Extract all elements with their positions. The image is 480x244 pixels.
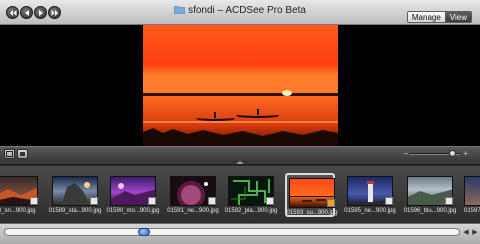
zoom-out-icon[interactable]: –: [404, 149, 408, 158]
forward-icon[interactable]: [34, 6, 47, 19]
slideshow-icon[interactable]: [4, 149, 15, 159]
filmstrip-item[interactable]: 01592_pla...900.jpg: [225, 173, 277, 217]
view-mode-button[interactable]: View: [445, 12, 471, 22]
thumbnail-caption: 01590_mo...900.jpg: [106, 208, 160, 214]
thumbnail-caption: 01596_blu...900.jpg: [403, 208, 457, 214]
mode-switcher: Manage View: [406, 11, 472, 23]
checkbox[interactable]: [385, 197, 393, 205]
scroll-right-icon[interactable]: ▶: [471, 228, 479, 237]
checkbox-checked[interactable]: [327, 199, 335, 207]
filmstrip-item-selected[interactable]: 01593_su...900.jpg: [285, 173, 338, 217]
filmstrip-scrollbar: ◀ ▶: [0, 223, 480, 244]
thumbnail-caption: 01591_ne...900.jpg: [167, 208, 219, 214]
scroll-thumb[interactable]: [137, 228, 150, 236]
filmstrip-item[interactable]: 01591_ne...900.jpg: [167, 173, 219, 217]
filmstrip-item[interactable]: 68_sn...900.jpg: [0, 173, 40, 217]
fit-screen-icon[interactable]: [17, 149, 28, 159]
filmstrip-item[interactable]: 01596_blu...900.jpg: [404, 173, 456, 217]
thumbnail-caption: 68_sn...900.jpg: [0, 208, 36, 214]
thumbnail-caption: 01595_ne...900.jpg: [344, 208, 396, 214]
zoom-slider[interactable]: [410, 150, 460, 157]
filmstrip-item[interactable]: 01590_mo...900.jpg: [106, 173, 160, 217]
filmstrip-item[interactable]: 01597: [462, 173, 480, 217]
fast-forward-icon[interactable]: [48, 6, 61, 19]
folder-icon: [174, 6, 186, 14]
title-bar: sfondi – ACDSee Pro Beta Manage View: [0, 0, 480, 25]
filmstrip-item[interactable]: 01595_ne...900.jpg: [344, 173, 396, 217]
pane-splitter[interactable]: [0, 160, 480, 165]
zoom-in-icon[interactable]: +: [463, 149, 468, 158]
checkbox[interactable]: [208, 197, 216, 205]
window-title-text: sfondi – ACDSee Pro Beta: [188, 5, 306, 16]
filmstrip: 68_sn...900.jpg 01589_sta...900.jpg 0159…: [0, 166, 480, 223]
image-viewer[interactable]: [0, 25, 480, 146]
checkbox[interactable]: [445, 197, 453, 205]
rewind-icon[interactable]: [6, 6, 19, 19]
manage-mode-button[interactable]: Manage: [407, 12, 446, 22]
checkbox[interactable]: [266, 197, 274, 205]
checkbox[interactable]: [30, 197, 38, 205]
thumbnail-caption: 01592_pla...900.jpg: [224, 208, 278, 214]
scroll-left-icon[interactable]: ◀: [462, 228, 470, 237]
filmstrip-item[interactable]: 01589_sta...900.jpg: [49, 173, 101, 217]
scroll-track[interactable]: [4, 228, 460, 236]
thumbnail-caption: 01593_su...900.jpg: [286, 210, 338, 216]
checkbox[interactable]: [90, 197, 98, 205]
back-icon[interactable]: [20, 6, 33, 19]
zoom-slider-knob[interactable]: [448, 150, 456, 157]
checkbox[interactable]: [148, 197, 156, 205]
splitter-grip-icon[interactable]: [236, 161, 244, 164]
thumbnail-image: [464, 176, 480, 206]
thumbnail-caption: 01589_sta...900.jpg: [48, 208, 102, 214]
viewer-toolbar: – +: [0, 146, 480, 160]
thumbnail-caption: 01597: [464, 208, 480, 214]
main-photo: [143, 25, 338, 146]
